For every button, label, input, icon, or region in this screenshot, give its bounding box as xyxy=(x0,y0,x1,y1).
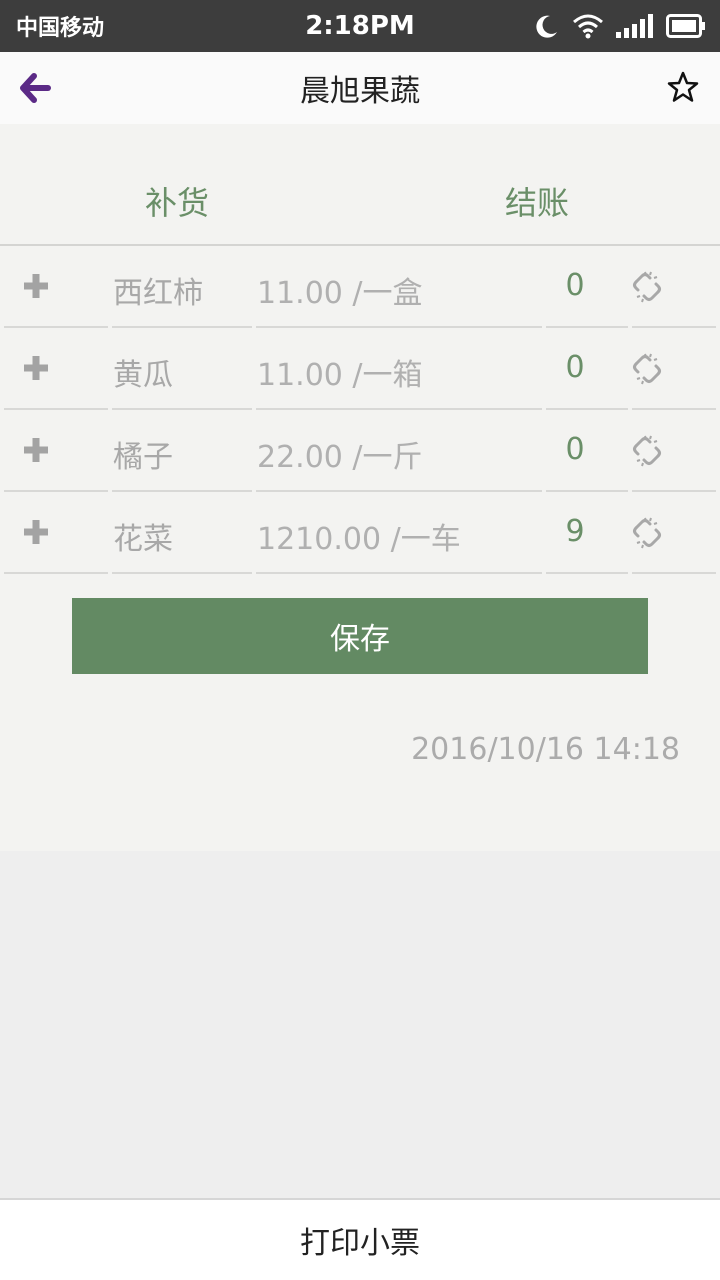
item-price: 11.00 /一盒 xyxy=(257,276,423,311)
star-outline-icon[interactable] xyxy=(666,70,700,104)
item-price: 22.00 /一斤 xyxy=(257,440,423,475)
plus-icon[interactable] xyxy=(22,272,50,300)
tab-checkout[interactable]: 结账 xyxy=(505,178,569,224)
unlink-icon[interactable] xyxy=(630,270,664,304)
page-title: 晨旭果蔬 xyxy=(300,74,420,109)
tab-restock[interactable]: 补货 xyxy=(145,178,209,224)
item-quantity[interactable]: 0 xyxy=(545,432,605,467)
item-name: 橘子 xyxy=(113,440,173,475)
signal-icon xyxy=(616,14,654,38)
item-quantity[interactable]: 0 xyxy=(545,268,605,303)
timestamp-label: 2016/10/16 14:18 xyxy=(411,732,680,767)
list-item: 花菜 1210.00 /一车 9 xyxy=(0,492,720,574)
list-item: 橘子 22.00 /一斤 0 xyxy=(0,410,720,492)
mode-tabs: 补货 结账 xyxy=(0,124,720,244)
row-divider xyxy=(112,572,252,574)
order-panel: 补货 结账 西红柿 11.00 /一盒 0 黄瓜 11.00 /一箱 0 橘子 22.00 /… xyxy=(0,124,720,851)
nav-bar: 晨旭果蔬 xyxy=(0,52,720,124)
arrow-left-icon[interactable] xyxy=(18,72,54,104)
item-quantity[interactable]: 9 xyxy=(545,514,605,549)
list-item: 西红柿 11.00 /一盒 0 xyxy=(0,246,720,328)
plus-icon[interactable] xyxy=(22,518,50,546)
unlink-icon[interactable] xyxy=(630,352,664,386)
print-receipt-button[interactable]: 打印小票 xyxy=(0,1198,720,1280)
status-bar: 中国移动 2:18PM xyxy=(0,0,720,52)
battery-icon xyxy=(666,14,706,38)
item-name: 西红柿 xyxy=(113,276,203,311)
moon-icon xyxy=(534,13,560,39)
carrier-label: 中国移动 xyxy=(16,16,105,41)
row-divider xyxy=(632,572,716,574)
plus-icon[interactable] xyxy=(22,436,50,464)
row-divider xyxy=(4,572,108,574)
item-price: 1210.00 /一车 xyxy=(257,522,461,557)
item-name: 黄瓜 xyxy=(113,358,173,393)
row-divider xyxy=(256,572,542,574)
item-quantity[interactable]: 0 xyxy=(545,350,605,385)
list-item: 黄瓜 11.00 /一箱 0 xyxy=(0,328,720,410)
wifi-icon xyxy=(572,13,604,39)
save-button[interactable]: 保存 xyxy=(72,598,648,674)
item-name: 花菜 xyxy=(113,522,173,557)
unlink-icon[interactable] xyxy=(630,434,664,468)
plus-icon[interactable] xyxy=(22,354,50,382)
unlink-icon[interactable] xyxy=(630,516,664,550)
status-icons xyxy=(534,13,706,39)
row-divider xyxy=(546,572,628,574)
item-price: 11.00 /一箱 xyxy=(257,358,423,393)
